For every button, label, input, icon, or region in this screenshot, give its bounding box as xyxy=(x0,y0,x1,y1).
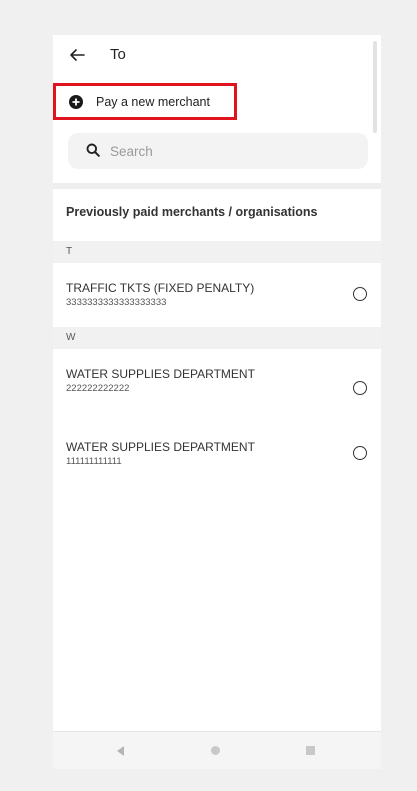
back-arrow-icon[interactable] xyxy=(67,45,87,65)
merchant-name: WATER SUPPLIES DEPARTMENT xyxy=(66,440,255,454)
search-icon xyxy=(86,143,100,157)
page-title: To xyxy=(110,46,126,63)
nav-home-icon[interactable] xyxy=(211,746,220,755)
pay-new-merchant-label: Pay a new merchant xyxy=(96,95,210,109)
group-header-t: T xyxy=(53,241,381,263)
section-title: Previously paid merchants / organisation… xyxy=(66,205,318,219)
merchant-radio[interactable] xyxy=(353,381,367,395)
group-letter: W xyxy=(66,332,76,343)
merchant-item[interactable]: TRAFFIC TKTS (FIXED PENALTY) 33333333333… xyxy=(53,263,381,321)
phone-screen: To Pay a new merchant Previously paid me… xyxy=(53,35,381,769)
merchant-account-number: 111111111111 xyxy=(66,456,122,467)
group-letter: T xyxy=(66,246,73,257)
group-header-w: W xyxy=(53,327,381,349)
search-input[interactable] xyxy=(110,133,350,169)
nav-back-icon[interactable] xyxy=(117,746,124,756)
pay-new-merchant-button[interactable]: Pay a new merchant xyxy=(53,83,237,120)
add-circle-icon xyxy=(69,95,83,109)
system-nav-bar xyxy=(53,731,381,769)
section-divider xyxy=(53,183,381,189)
merchant-account-number: 3333333333333333333 xyxy=(66,297,167,308)
merchant-radio[interactable] xyxy=(353,446,367,460)
merchant-account-number: 222222222222 xyxy=(66,383,130,394)
nav-recents-icon[interactable] xyxy=(306,746,315,755)
merchant-name: WATER SUPPLIES DEPARTMENT xyxy=(66,367,255,381)
scrollbar[interactable] xyxy=(373,41,377,133)
merchant-radio[interactable] xyxy=(353,287,367,301)
merchant-item[interactable]: WATER SUPPLIES DEPARTMENT 111111111111 xyxy=(53,421,381,479)
merchant-name: TRAFFIC TKTS (FIXED PENALTY) xyxy=(66,281,255,295)
search-box[interactable] xyxy=(68,133,368,169)
app-bar: To xyxy=(53,35,381,75)
merchant-item[interactable]: WATER SUPPLIES DEPARTMENT 222222222222 xyxy=(53,349,381,407)
